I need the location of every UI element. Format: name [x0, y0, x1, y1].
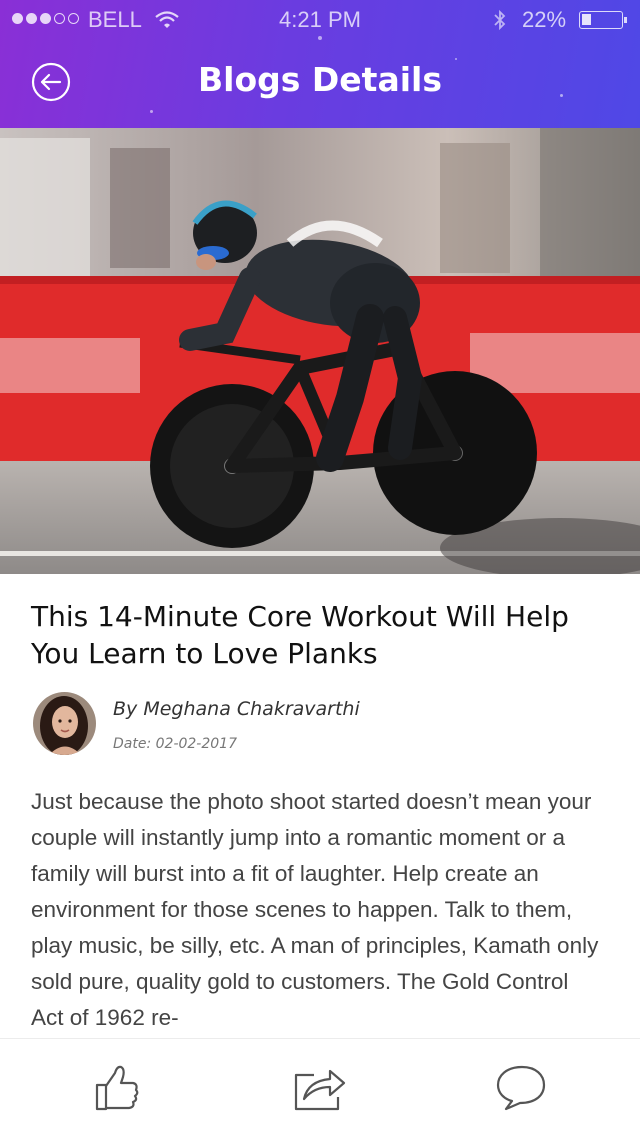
comment-icon: [496, 1065, 546, 1111]
bluetooth-icon: [492, 8, 508, 38]
article-body: Just because the photo shoot started doe…: [31, 789, 599, 1030]
hero-image: [0, 128, 640, 574]
battery-percent: 22%: [522, 7, 567, 32]
share-button[interactable]: [292, 1063, 348, 1113]
header: BELL 4:21 PM 22% Blogs Details: [0, 0, 640, 128]
publish-date: Date: 02-02-2017: [113, 736, 237, 752]
comment-button[interactable]: [494, 1063, 550, 1113]
author-avatar: [33, 692, 96, 755]
thumbs-up-icon: [95, 1065, 139, 1111]
bottom-toolbar: [0, 1038, 640, 1136]
page-title: Blogs Details: [198, 60, 442, 99]
article-title: This 14-Minute Core Workout Will Help Yo…: [31, 600, 569, 670]
status-bar: BELL 4:21 PM 22%: [0, 0, 640, 40]
share-icon: [294, 1069, 346, 1111]
like-button[interactable]: [90, 1063, 146, 1113]
battery-icon: [579, 11, 627, 29]
author-name[interactable]: By Meghana Chakravarthi: [113, 698, 360, 720]
